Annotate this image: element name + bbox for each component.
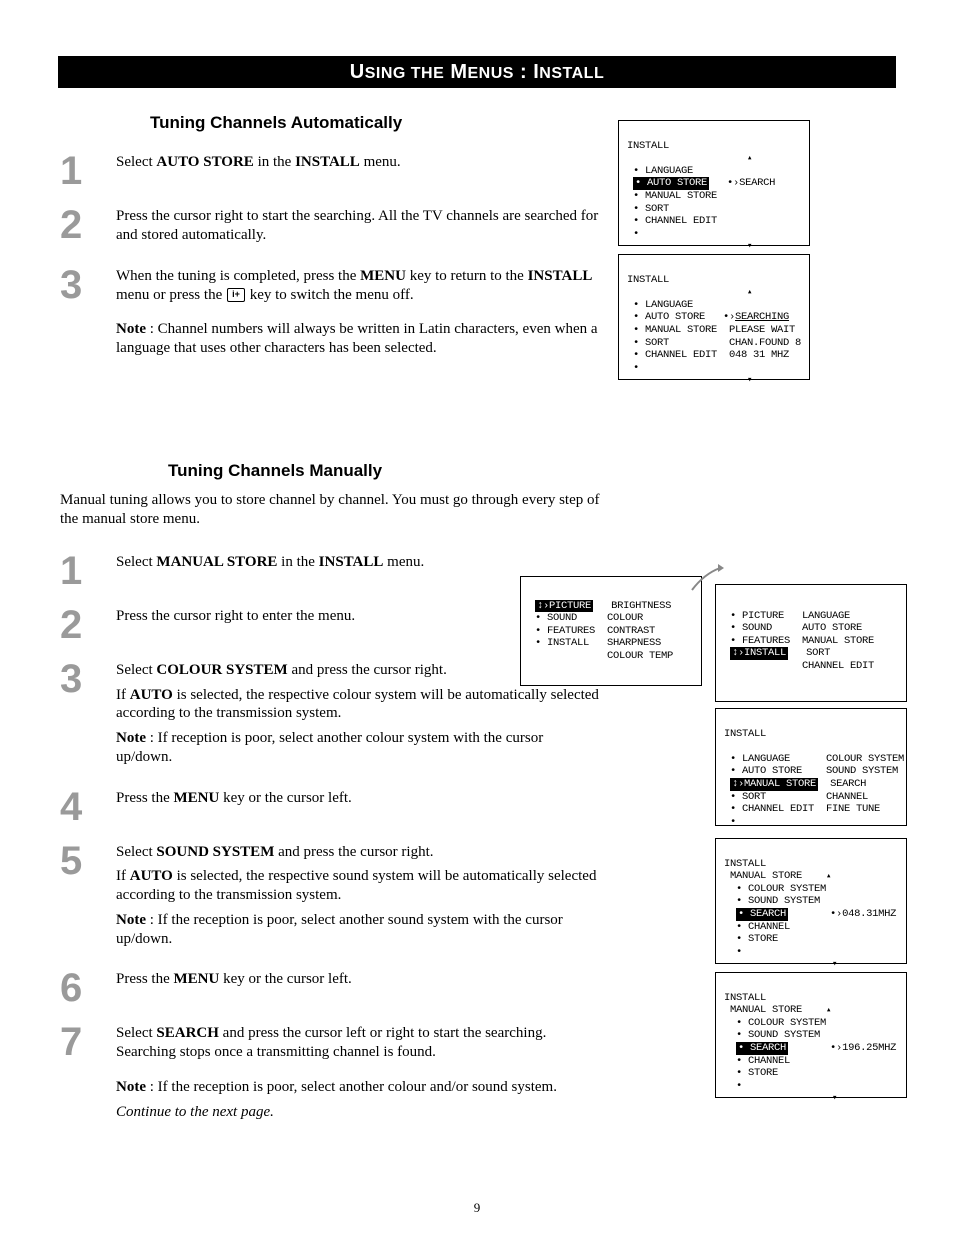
m-step5-p2: If AUTO is selected, the respective soun… <box>116 867 600 905</box>
osd-install-manualstore: INSTALL • LANGUAGE COLOUR SYSTEM • AUTO … <box>715 708 907 826</box>
step3-note: Note : Channel numbers will always be wr… <box>116 320 600 358</box>
osd-manualstore-search-2: INSTALL MANUAL STORE ▴ • COLOUR SYSTEM •… <box>715 972 907 1098</box>
page-number: 9 <box>0 1200 954 1216</box>
step-number: 3 <box>60 659 104 699</box>
m-step6-text: Press the MENU key or the cursor left. <box>116 970 600 989</box>
m-step3-p2: If AUTO is selected, the respective colo… <box>116 686 600 724</box>
step-number: 5 <box>60 841 104 881</box>
title-text: USING THE MENUS : INSTALL <box>350 61 604 83</box>
m-step7-p1: Select SEARCH and press the cursor left … <box>116 1024 600 1062</box>
m-step4-text: Press the MENU key or the cursor left. <box>116 789 600 808</box>
step-number: 3 <box>60 265 104 305</box>
section2-intro: Manual tuning allows you to store channe… <box>60 491 600 529</box>
m-step5-p1: Select SOUND SYSTEM and press the cursor… <box>116 843 600 862</box>
osd-install-searching: INSTALL ▴ • LANGUAGE • AUTO STORE •›SEAR… <box>618 254 810 380</box>
step-number: 1 <box>60 151 104 191</box>
info-plus-key-icon: i+ <box>227 288 245 302</box>
osd-install-autostore: INSTALL ▴ • LANGUAGE • AUTO STORE •›SEAR… <box>618 120 810 246</box>
section2-heading: Tuning Channels Manually <box>168 460 600 481</box>
m-step3-note: Note : If reception is poor, select anot… <box>116 729 600 767</box>
step-number: 2 <box>60 605 104 645</box>
m-step7-note: Note : If the reception is poor, select … <box>116 1078 600 1097</box>
step2-text: Press the cursor right to start the sear… <box>116 207 600 245</box>
osd-manualstore-search-1: INSTALL MANUAL STORE ▴ • COLOUR SYSTEM •… <box>715 838 907 964</box>
section1-heading: Tuning Channels Automatically <box>150 112 600 133</box>
osd-install-menu: • PICTURE LANGUAGE • SOUND AUTO STORE • … <box>715 584 907 702</box>
title-bar: USING THE MENUS : INSTALL <box>58 56 896 88</box>
step-number: 4 <box>60 787 104 827</box>
step-number: 6 <box>60 968 104 1008</box>
m-step7-cont: Continue to the next page. <box>116 1103 600 1122</box>
step3-text: When the tuning is completed, press the … <box>116 267 600 305</box>
step-number: 2 <box>60 205 104 245</box>
m-step1-text: Select MANUAL STORE in the INSTALL menu. <box>116 553 600 572</box>
m-step5-note: Note : If the reception is poor, select … <box>116 911 600 949</box>
step-number: 7 <box>60 1022 104 1062</box>
step-number: 1 <box>60 551 104 591</box>
step1-text: Select AUTO STORE in the INSTALL menu. <box>116 153 600 172</box>
osd-picture-menu: ↕›PICTURE BRIGHTNESS • SOUND COLOUR • FE… <box>520 576 702 686</box>
